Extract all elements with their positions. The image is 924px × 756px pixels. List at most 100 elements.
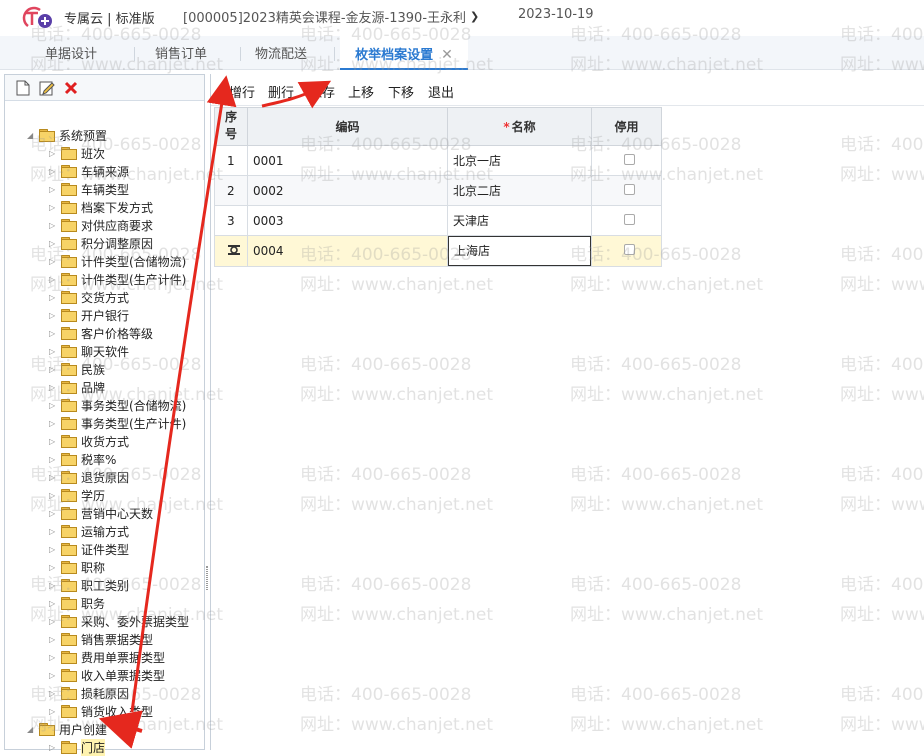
new-document-icon[interactable] bbox=[15, 80, 31, 96]
tree-item[interactable]: ▷ 事务类型(生产计件) bbox=[49, 414, 186, 432]
tree-item[interactable]: ▷ 采购、委外票据类型 bbox=[49, 612, 189, 630]
row-name[interactable]: 北京二店 bbox=[447, 175, 592, 206]
collapsed-arrow-icon[interactable]: ▷ bbox=[49, 365, 59, 374]
collapsed-arrow-icon[interactable]: ▷ bbox=[49, 473, 59, 482]
row-code[interactable]: 0002 bbox=[247, 175, 448, 206]
collapsed-arrow-icon[interactable]: ▷ bbox=[49, 293, 59, 302]
table-row[interactable]: 1 0001 北京一店 bbox=[214, 145, 662, 176]
collapsed-arrow-icon[interactable]: ▷ bbox=[49, 149, 59, 158]
add-row-button[interactable]: 增行 bbox=[229, 82, 255, 101]
collapsed-arrow-icon[interactable]: ▷ bbox=[49, 419, 59, 428]
collapsed-arrow-icon[interactable]: ▷ bbox=[49, 707, 59, 716]
col-disabled-header[interactable]: 停用 bbox=[591, 107, 662, 146]
collapsed-arrow-icon[interactable]: ▷ bbox=[49, 347, 59, 356]
collapsed-arrow-icon[interactable]: ▷ bbox=[49, 617, 59, 626]
tree-item[interactable]: ▷ 退货原因 bbox=[49, 468, 129, 486]
row-code[interactable]: 0001 bbox=[247, 145, 448, 176]
collapsed-arrow-icon[interactable]: ▷ bbox=[49, 581, 59, 590]
collapsed-arrow-icon[interactable]: ▷ bbox=[49, 221, 59, 230]
splitter-grip[interactable] bbox=[206, 566, 208, 590]
row-code[interactable]: 0004 bbox=[247, 235, 448, 267]
tree-item[interactable]: ▷ 事务类型(合储物流) bbox=[49, 396, 186, 414]
tree-item[interactable]: ▷ 营销中心天数 bbox=[49, 504, 153, 522]
company-selector[interactable]: [000005]2023精英会课程-金友源-1390-王永利 ❯ bbox=[183, 7, 479, 26]
collapsed-arrow-icon[interactable]: ▷ bbox=[49, 185, 59, 194]
collapsed-arrow-icon[interactable]: ▷ bbox=[49, 257, 59, 266]
tree-item[interactable]: ▷ 费用单票据类型 bbox=[49, 648, 165, 666]
tab-document-design[interactable]: 单据设计 bbox=[30, 36, 112, 70]
expanded-arrow-icon[interactable]: ◢ bbox=[27, 131, 37, 140]
tree-item[interactable]: ▷ 车辆来源 bbox=[49, 162, 129, 180]
tree-item[interactable]: ▷ 职称 bbox=[49, 558, 105, 576]
tree-item[interactable]: ▷ 聊天软件 bbox=[49, 342, 129, 360]
move-down-button[interactable]: 下移 bbox=[388, 82, 414, 101]
collapsed-arrow-icon[interactable]: ▷ bbox=[49, 635, 59, 644]
tab-enum-archive-settings[interactable]: 枚举档案设置 ✕ bbox=[340, 36, 468, 70]
tree-item[interactable]: ▷ 计件类型(合储物流) bbox=[49, 252, 186, 270]
tree-item[interactable]: ▷ 班次 bbox=[49, 144, 105, 162]
save-button[interactable]: 保存 bbox=[309, 82, 335, 101]
tree-item[interactable]: ▷ 民族 bbox=[49, 360, 105, 378]
tree-item[interactable]: ▷ 证件类型 bbox=[49, 540, 129, 558]
gear-icon[interactable] bbox=[227, 243, 241, 257]
move-up-button[interactable]: 上移 bbox=[348, 82, 374, 101]
col-name-header[interactable]: * 名称 bbox=[447, 107, 592, 146]
disabled-checkbox[interactable] bbox=[623, 153, 635, 165]
chevron-down-icon[interactable]: ❯ bbox=[470, 10, 479, 23]
tree-item[interactable]: ▷ 运输方式 bbox=[49, 522, 129, 540]
collapsed-arrow-icon[interactable]: ▷ bbox=[49, 383, 59, 392]
collapsed-arrow-icon[interactable]: ▷ bbox=[49, 239, 59, 248]
collapsed-arrow-icon[interactable]: ▷ bbox=[49, 437, 59, 446]
collapsed-arrow-icon[interactable]: ▷ bbox=[49, 653, 59, 662]
tab-logistics[interactable]: 物流配送 bbox=[245, 36, 317, 70]
table-row[interactable]: 3 0003 天津店 bbox=[214, 205, 662, 236]
table-row[interactable]: 2 0002 北京二店 bbox=[214, 175, 662, 206]
disabled-checkbox[interactable] bbox=[623, 213, 635, 225]
collapsed-arrow-icon[interactable]: ▷ bbox=[49, 671, 59, 680]
collapsed-arrow-icon[interactable]: ▷ bbox=[49, 599, 59, 608]
table-row-editing[interactable]: 0004 上海店 bbox=[214, 235, 662, 267]
collapsed-arrow-icon[interactable]: ▷ bbox=[49, 527, 59, 536]
edit-icon[interactable] bbox=[39, 80, 55, 96]
close-icon[interactable]: ✕ bbox=[441, 36, 453, 74]
tree-item[interactable]: ▷ 车辆类型 bbox=[49, 180, 129, 198]
exit-button[interactable]: 退出 bbox=[428, 82, 454, 101]
tree-item[interactable]: ▷ 职务 bbox=[49, 594, 105, 612]
collapsed-arrow-icon[interactable]: ▷ bbox=[49, 203, 59, 212]
row-name[interactable]: 北京一店 bbox=[447, 145, 592, 176]
collapsed-arrow-icon[interactable]: ▷ bbox=[49, 329, 59, 338]
name-input[interactable]: 上海店 bbox=[448, 236, 591, 266]
collapsed-arrow-icon[interactable]: ▷ bbox=[49, 563, 59, 572]
tree-item[interactable]: ▷ 损耗原因 bbox=[49, 684, 129, 702]
tree-item[interactable]: ▷ 税率% bbox=[49, 450, 116, 468]
tree-item[interactable]: ▷ 收货方式 bbox=[49, 432, 129, 450]
tree-item[interactable]: ▷ 开户银行 bbox=[49, 306, 129, 324]
delete-row-button[interactable]: 删行 bbox=[268, 82, 294, 101]
collapsed-arrow-icon[interactable]: ▷ bbox=[49, 689, 59, 698]
collapsed-arrow-icon[interactable]: ▷ bbox=[49, 491, 59, 500]
collapsed-arrow-icon[interactable]: ▷ bbox=[49, 275, 59, 284]
tree-item[interactable]: ▷ 品牌 bbox=[49, 378, 105, 396]
tree-item[interactable]: ▷ 计件类型(生产计件) bbox=[49, 270, 186, 288]
tree-item[interactable]: ▷ 销售票据类型 bbox=[49, 630, 153, 648]
tree-item[interactable]: ▷ 档案下发方式 bbox=[49, 198, 153, 216]
row-name[interactable]: 天津店 bbox=[447, 205, 592, 236]
tree-item[interactable]: ▷ 收入单票据类型 bbox=[49, 666, 165, 684]
row-code[interactable]: 0003 bbox=[247, 205, 448, 236]
collapsed-arrow-icon[interactable]: ▷ bbox=[49, 401, 59, 410]
collapsed-arrow-icon[interactable]: ▷ bbox=[49, 743, 59, 752]
tree-root-system[interactable]: ◢ 系统预置 bbox=[27, 126, 107, 144]
tree-item[interactable]: ▷ 交货方式 bbox=[49, 288, 129, 306]
tree-root-user[interactable]: ◢ 用户创建 bbox=[27, 720, 107, 738]
delete-icon[interactable] bbox=[63, 80, 79, 96]
collapsed-arrow-icon[interactable]: ▷ bbox=[49, 509, 59, 518]
tree-item[interactable]: ▷ 销货收入类型 bbox=[49, 702, 153, 720]
collapsed-arrow-icon[interactable]: ▷ bbox=[49, 545, 59, 554]
collapsed-arrow-icon[interactable]: ▷ bbox=[49, 311, 59, 320]
tree-item[interactable]: ▷ 职工类别 bbox=[49, 576, 129, 594]
collapsed-arrow-icon[interactable]: ▷ bbox=[49, 455, 59, 464]
tree-item[interactable]: ▷ 客户价格等级 bbox=[49, 324, 153, 342]
tree-item[interactable]: ▷ 学历 bbox=[49, 486, 105, 504]
tree-item[interactable]: ▷ 积分调整原因 bbox=[49, 234, 153, 252]
tree-item[interactable]: ▷ 对供应商要求 bbox=[49, 216, 153, 234]
